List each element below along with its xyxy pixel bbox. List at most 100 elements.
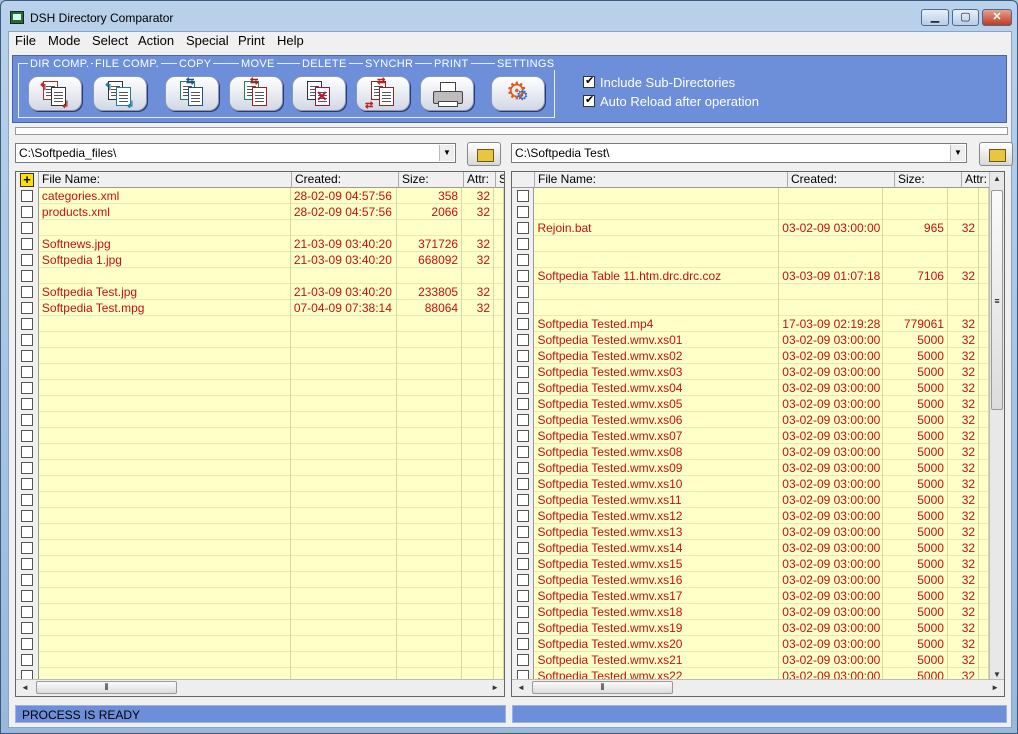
menu-action[interactable]: Action xyxy=(136,33,176,48)
table-row[interactable]: Softpedia Tested.wmv.xs11 03-02-09 03:00:… xyxy=(512,492,990,508)
row-checkbox[interactable] xyxy=(512,508,535,524)
row-checkbox[interactable] xyxy=(16,300,39,316)
settings-button[interactable]: ⚙ ⚙ xyxy=(491,76,545,111)
table-row[interactable]: Softnews.jpg 21-03-09 03:40:20 371726 32 xyxy=(16,236,504,252)
scroll-thumb[interactable]: ≡ xyxy=(991,190,1003,410)
row-checkbox[interactable] xyxy=(512,604,535,620)
table-row[interactable] xyxy=(16,396,504,412)
row-checkbox[interactable] xyxy=(16,604,39,620)
table-row[interactable]: Softpedia Tested.wmv.xs04 03-02-09 03:00:… xyxy=(512,380,990,396)
row-checkbox[interactable] xyxy=(512,204,535,220)
row-checkbox[interactable] xyxy=(512,636,535,652)
table-row[interactable] xyxy=(16,540,504,556)
row-checkbox[interactable] xyxy=(16,540,39,556)
table-row[interactable] xyxy=(16,636,504,652)
row-checkbox[interactable] xyxy=(16,460,39,476)
row-checkbox[interactable] xyxy=(16,204,39,220)
scroll-thumb[interactable]: ⦀ xyxy=(532,681,673,694)
row-checkbox[interactable] xyxy=(16,524,39,540)
row-checkbox[interactable] xyxy=(512,428,535,444)
left-browse-folder-button[interactable] xyxy=(467,142,501,166)
table-row[interactable]: Softpedia 1.jpg 21-03-09 03:40:20 668092 32 xyxy=(16,252,504,268)
row-checkbox[interactable] xyxy=(512,556,535,572)
row-checkbox[interactable] xyxy=(16,364,39,380)
row-checkbox[interactable] xyxy=(16,620,39,636)
menu-mode[interactable]: Mode xyxy=(46,33,83,48)
move-button[interactable]: ⇆ xyxy=(229,76,283,111)
row-checkbox[interactable] xyxy=(16,220,39,236)
row-checkbox[interactable] xyxy=(16,572,39,588)
table-row[interactable] xyxy=(512,204,990,220)
table-row[interactable] xyxy=(16,332,504,348)
table-row[interactable]: Softpedia Test.jpg 21-03-09 03:40:20 23380… xyxy=(16,284,504,300)
scroll-left-icon[interactable]: ◄ xyxy=(21,683,29,692)
row-checkbox[interactable] xyxy=(512,188,535,204)
table-row[interactable] xyxy=(16,652,504,668)
row-checkbox[interactable] xyxy=(16,444,39,460)
table-row[interactable] xyxy=(16,524,504,540)
right-horizontal-scrollbar[interactable]: ◄ ⦀ ► xyxy=(512,679,1004,696)
close-button[interactable]: ✕ xyxy=(982,9,1012,26)
table-row[interactable] xyxy=(16,620,504,636)
row-checkbox[interactable] xyxy=(512,252,535,268)
row-checkbox[interactable] xyxy=(16,492,39,508)
row-checkbox[interactable] xyxy=(16,252,39,268)
file-compare-button[interactable]: ↰ ↲ xyxy=(93,76,147,111)
row-checkbox[interactable] xyxy=(512,236,535,252)
table-row[interactable]: Softpedia Table 11.htm.drc.drc.coz 03-03-… xyxy=(512,268,990,284)
menu-select[interactable]: Select xyxy=(90,33,130,48)
row-checkbox[interactable] xyxy=(16,268,39,284)
table-row[interactable]: Softpedia Tested.wmv.xs05 03-02-09 03:00:… xyxy=(512,396,990,412)
table-row[interactable]: Softpedia Tested.wmv.xs09 03-02-09 03:00:… xyxy=(512,460,990,476)
col-attr[interactable]: Attr: xyxy=(464,172,496,188)
delete-button[interactable]: ✕ xyxy=(292,76,346,111)
row-checkbox[interactable] xyxy=(512,300,535,316)
row-checkbox[interactable] xyxy=(512,412,535,428)
table-row[interactable]: Softpedia Tested.wmv.xs02 03-02-09 03:00:… xyxy=(512,348,990,364)
table-row[interactable] xyxy=(16,556,504,572)
row-checkbox[interactable] xyxy=(512,540,535,556)
table-row[interactable]: Softpedia Tested.wmv.xs14 03-02-09 03:00:… xyxy=(512,540,990,556)
row-checkbox[interactable] xyxy=(512,588,535,604)
table-row[interactable] xyxy=(16,460,504,476)
row-checkbox[interactable] xyxy=(512,572,535,588)
table-row[interactable] xyxy=(16,348,504,364)
dir-compare-button[interactable]: ↰ ↲ xyxy=(28,76,82,111)
menu-help[interactable]: Help xyxy=(275,33,306,48)
row-checkbox[interactable] xyxy=(512,396,535,412)
table-row[interactable]: Softpedia Tested.wmv.xs17 03-02-09 03:00:… xyxy=(512,588,990,604)
row-checkbox[interactable] xyxy=(16,188,39,204)
scroll-left-icon[interactable]: ◄ xyxy=(517,683,525,692)
table-row[interactable] xyxy=(512,252,990,268)
row-checkbox[interactable] xyxy=(512,524,535,540)
table-row[interactable]: Rejoin.bat 03-02-09 03:00:00 965 32 xyxy=(512,220,990,236)
row-checkbox[interactable] xyxy=(16,476,39,492)
table-row[interactable]: Softpedia Tested.wmv.xs10 03-02-09 03:00:… xyxy=(512,476,990,492)
synchronize-button[interactable]: ⇄ ⇄ xyxy=(356,76,410,111)
row-checkbox[interactable] xyxy=(512,348,535,364)
col-file-name[interactable]: File Name: xyxy=(39,172,292,188)
table-row[interactable] xyxy=(512,300,990,316)
row-checkbox[interactable] xyxy=(16,652,39,668)
table-row[interactable]: Softpedia Tested.wmv.xs20 03-02-09 03:00:… xyxy=(512,636,990,652)
table-row[interactable]: Softpedia Tested.wmv.xs15 03-02-09 03:00:… xyxy=(512,556,990,572)
right-path-combo[interactable]: C:\Softpedia Test\ ▼ xyxy=(511,143,967,163)
table-row[interactable]: Softpedia Tested.wmv.xs19 03-02-09 03:00:… xyxy=(512,620,990,636)
table-row[interactable]: Softpedia Tested.mp4 17-03-09 02:19:28 779… xyxy=(512,316,990,332)
row-checkbox[interactable] xyxy=(512,444,535,460)
row-checkbox[interactable] xyxy=(16,284,39,300)
row-checkbox[interactable] xyxy=(512,220,535,236)
table-row[interactable] xyxy=(16,604,504,620)
row-checkbox[interactable] xyxy=(512,284,535,300)
select-all-button[interactable]: + xyxy=(16,172,39,188)
right-vertical-scrollbar[interactable]: ▲ ≡ ▼ xyxy=(989,172,1004,681)
menu-file[interactable]: File xyxy=(13,33,38,48)
row-checkbox[interactable] xyxy=(16,412,39,428)
table-row[interactable]: products.xml 28-02-09 04:57:56 2066 32 xyxy=(16,204,504,220)
col-size[interactable]: Size: xyxy=(399,172,464,188)
table-row[interactable] xyxy=(16,380,504,396)
menu-special[interactable]: Special xyxy=(184,33,231,48)
minimize-button[interactable]: ▁ xyxy=(921,9,949,26)
table-row[interactable]: categories.xml 28-02-09 04:57:56 358 32 xyxy=(16,188,504,204)
row-checkbox[interactable] xyxy=(512,460,535,476)
